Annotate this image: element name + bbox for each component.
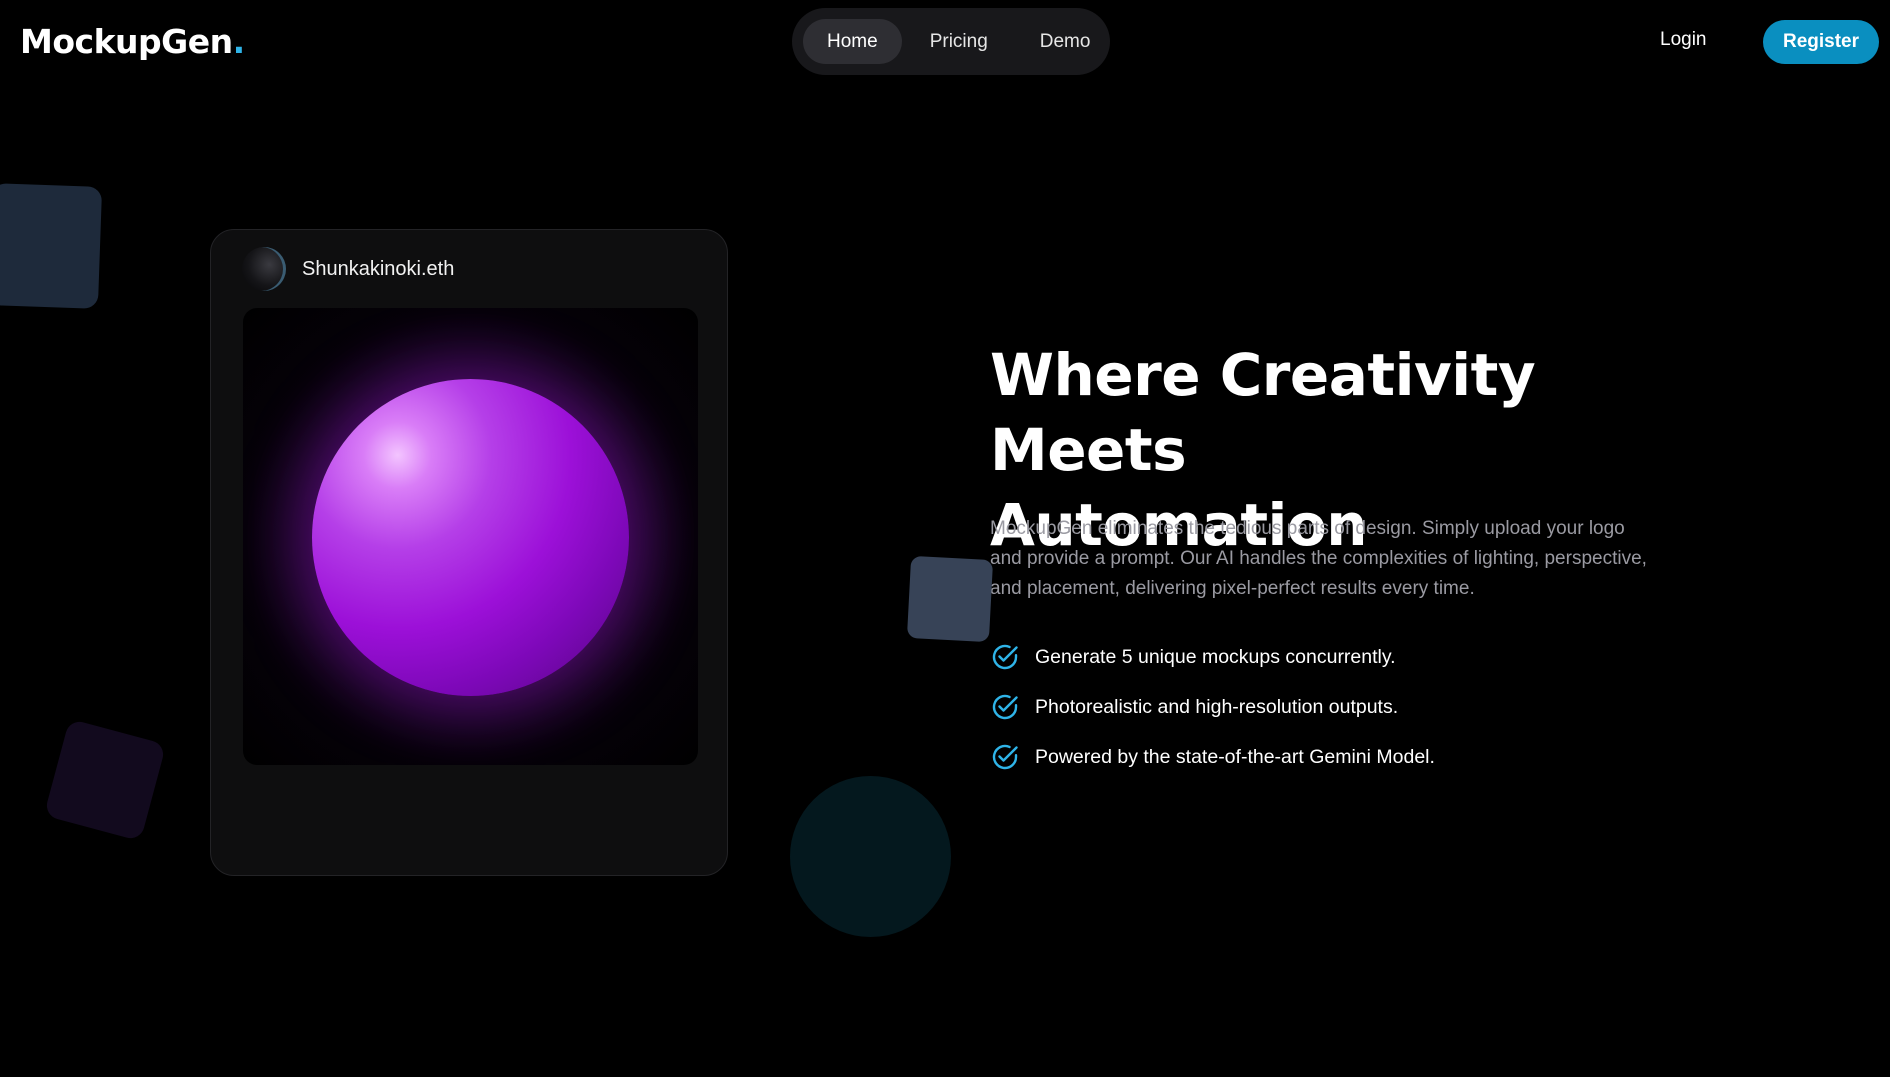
- list-item: Powered by the state-of-the-art Gemini M…: [990, 742, 1435, 772]
- purple-orb-image: [312, 379, 629, 696]
- decorative-square: [906, 555, 994, 643]
- mockup-artwork: [243, 308, 698, 765]
- mockup-preview-card: Shunkakinoki.eth: [210, 229, 728, 876]
- register-button[interactable]: Register: [1763, 20, 1879, 64]
- logo-dot: .: [232, 22, 246, 61]
- hero-description: MockupGen eliminates the tedious parts o…: [990, 518, 1647, 599]
- card-username: Shunkakinoki.eth: [302, 258, 455, 280]
- nav-item-pricing[interactable]: Pricing: [906, 19, 1012, 64]
- check-circle-icon: [992, 644, 1018, 670]
- check-circle-icon: [992, 744, 1018, 770]
- avatar: [242, 247, 286, 291]
- nav-item-home[interactable]: Home: [803, 19, 902, 64]
- list-item: Photorealistic and high-resolution outpu…: [990, 692, 1435, 722]
- feature-text: Photorealistic and high-resolution outpu…: [1035, 695, 1399, 718]
- logo[interactable]: MockupGen.: [20, 22, 245, 61]
- feature-text: Generate 5 unique mockups concurrently.: [1035, 645, 1396, 668]
- nav-item-demo[interactable]: Demo: [1016, 19, 1115, 64]
- feature-list: Generate 5 unique mockups concurrently. …: [990, 642, 1435, 792]
- decorative-square: [0, 183, 103, 309]
- main-nav: Home Pricing Demo: [792, 8, 1110, 75]
- list-item: Generate 5 unique mockups concurrently.: [990, 642, 1435, 672]
- feature-text: Powered by the state-of-the-art Gemini M…: [1035, 745, 1435, 768]
- logo-text: MockupGen: [20, 22, 233, 61]
- check-circle-icon: [992, 694, 1018, 720]
- login-link[interactable]: Login: [1660, 29, 1707, 51]
- decorative-circle: [790, 776, 951, 937]
- hero-title-line1: Where Creativity Meets: [990, 341, 1536, 484]
- decorative-square: [43, 718, 167, 842]
